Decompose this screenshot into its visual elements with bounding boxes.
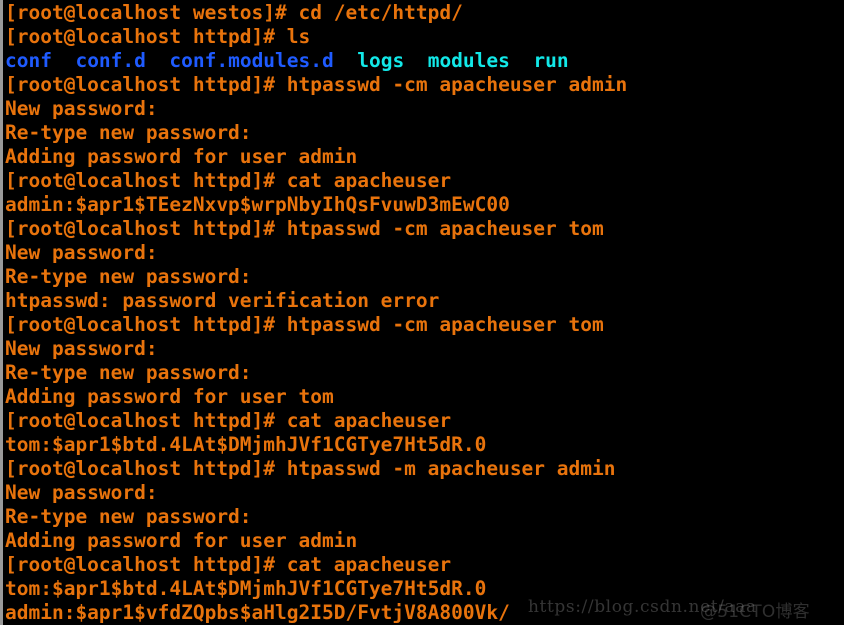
terminal-line: Adding password for user tom bbox=[5, 385, 844, 409]
terminal-output-area[interactable]: [root@localhost westos]# cd /etc/httpd/[… bbox=[3, 0, 844, 625]
terminal-line: htpasswd: password verification error bbox=[5, 289, 844, 313]
terminal-text-segment: Re-type new password: bbox=[5, 361, 252, 384]
terminal-line: Re-type new password: bbox=[5, 361, 844, 385]
terminal-line: Re-type new password: bbox=[5, 505, 844, 529]
terminal-line: New password: bbox=[5, 241, 844, 265]
terminal-line: [root@localhost httpd]# cat apacheuser bbox=[5, 409, 844, 433]
terminal-line: tom:$apr1$btd.4LAt$DMjmhJVf1CGTye7Ht5dR.… bbox=[5, 577, 844, 601]
terminal-line: tom:$apr1$btd.4LAt$DMjmhJVf1CGTye7Ht5dR.… bbox=[5, 433, 844, 457]
terminal-line: admin:$apr1$TEezNxvp$wrpNbyIhQsFvuwD3mEw… bbox=[5, 193, 844, 217]
terminal-text-segment: run bbox=[533, 49, 569, 72]
terminal-line: New password: bbox=[5, 97, 844, 121]
terminal-text-segment: Adding password for user tom bbox=[5, 385, 334, 408]
terminal-line: [root@localhost httpd]# htpasswd -cm apa… bbox=[5, 313, 844, 337]
terminal-text-segment: [root@localhost httpd]# cat apacheuser bbox=[5, 169, 452, 192]
terminal-text-segment: Re-type new password: bbox=[5, 265, 252, 288]
terminal-text-segment: New password: bbox=[5, 337, 158, 360]
terminal-text-segment: New password: bbox=[5, 481, 158, 504]
terminal-line: Re-type new password: bbox=[5, 265, 844, 289]
terminal-line: [root@localhost httpd]# htpasswd -cm apa… bbox=[5, 217, 844, 241]
terminal-text-segment: conf.modules.d bbox=[169, 49, 334, 72]
terminal-line: [root@localhost httpd]# cat apacheuser bbox=[5, 553, 844, 577]
terminal-text-segment: Re-type new password: bbox=[5, 121, 252, 144]
terminal-text-segment: [root@localhost httpd]# ls bbox=[5, 25, 311, 48]
terminal-text-segment: New password: bbox=[5, 97, 158, 120]
terminal-text-segment: Adding password for user admin bbox=[5, 529, 358, 552]
terminal-text-segment: tom:$apr1$btd.4LAt$DMjmhJVf1CGTye7Ht5dR.… bbox=[5, 433, 487, 456]
terminal-text-segment: [root@localhost httpd]# htpasswd -cm apa… bbox=[5, 217, 604, 240]
terminal-line: conf conf.d conf.modules.d logs modules … bbox=[5, 49, 844, 73]
terminal-line: [root@localhost httpd]# cat apacheuser bbox=[5, 169, 844, 193]
terminal-text-segment: [root@localhost westos]# cd /etc/httpd/ bbox=[5, 1, 463, 24]
terminal-line: New password: bbox=[5, 481, 844, 505]
terminal-text-segment: admin:$apr1$vfdZQpbs$aHlg2I5D/FvtjV8A800… bbox=[5, 601, 510, 624]
terminal-text-segment: [root@localhost httpd]# cat apacheuser bbox=[5, 553, 452, 576]
terminal-line: Adding password for user admin bbox=[5, 145, 844, 169]
terminal-text-segment: admin:$apr1$TEezNxvp$wrpNbyIhQsFvuwD3mEw… bbox=[5, 193, 510, 216]
terminal-text-segment: modules bbox=[427, 49, 510, 72]
terminal-text-segment: [root@localhost httpd]# cat apacheuser bbox=[5, 409, 452, 432]
terminal-line: Re-type new password: bbox=[5, 121, 844, 145]
terminal-line: [root@localhost httpd]# ls bbox=[5, 25, 844, 49]
terminal-text-segment: tom:$apr1$btd.4LAt$DMjmhJVf1CGTye7Ht5dR.… bbox=[5, 577, 487, 600]
terminal-line: [root@localhost httpd]# htpasswd -m apac… bbox=[5, 457, 844, 481]
terminal-line: admin:$apr1$vfdZQpbs$aHlg2I5D/FvtjV8A800… bbox=[5, 601, 844, 625]
terminal-text-segment: New password: bbox=[5, 241, 158, 264]
terminal-text-segment: Re-type new password: bbox=[5, 505, 252, 528]
terminal-window: [root@localhost westos]# cd /etc/httpd/[… bbox=[0, 0, 844, 625]
terminal-line: New password: bbox=[5, 337, 844, 361]
terminal-text-segment: conf bbox=[5, 49, 52, 72]
terminal-line: [root@localhost httpd]# htpasswd -cm apa… bbox=[5, 73, 844, 97]
terminal-text-segment: [root@localhost httpd]# htpasswd -m apac… bbox=[5, 457, 616, 480]
terminal-text-segment: [root@localhost httpd]# htpasswd -cm apa… bbox=[5, 313, 604, 336]
terminal-text-segment: htpasswd: password verification error bbox=[5, 289, 440, 312]
terminal-text-segment: [root@localhost httpd]# htpasswd -cm apa… bbox=[5, 73, 628, 96]
terminal-text-segment: conf.d bbox=[75, 49, 146, 72]
terminal-text-segment: logs bbox=[357, 49, 405, 72]
terminal-line: Adding password for user admin bbox=[5, 529, 844, 553]
terminal-text-segment: Adding password for user admin bbox=[5, 145, 358, 168]
terminal-line: [root@localhost westos]# cd /etc/httpd/ bbox=[5, 1, 844, 25]
